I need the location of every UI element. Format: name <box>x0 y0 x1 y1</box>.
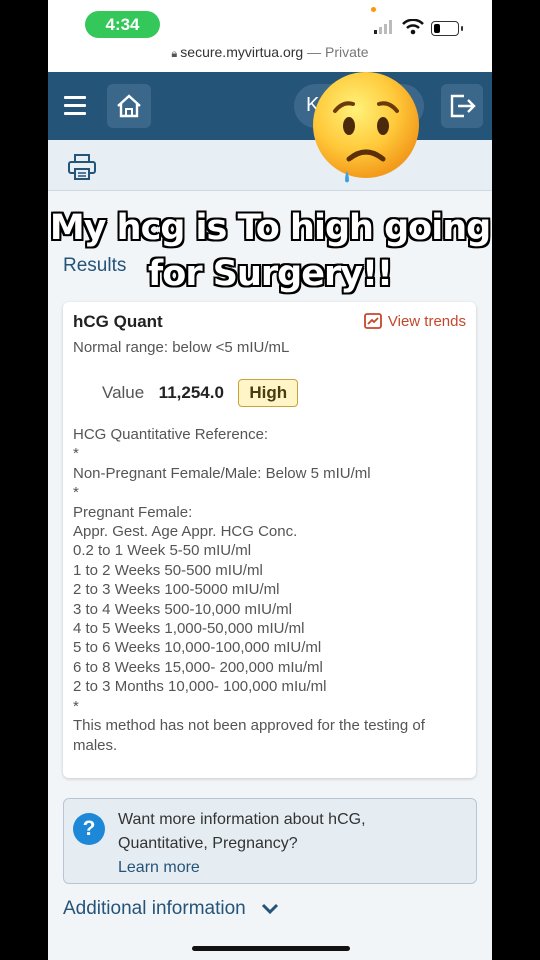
more-info-question: Want more information about hCG, Quantit… <box>118 811 366 852</box>
private-mode-label: Private <box>325 44 369 60</box>
reference-line: * <box>73 445 79 463</box>
reference-text: HCG Quantitative Reference: * Non-Pregna… <box>73 425 469 755</box>
url-separator: — <box>307 44 322 60</box>
worried-face-emoji <box>313 72 419 183</box>
reference-line: 0.2 to 1 Week 5-50 mIU/ml <box>73 542 252 560</box>
logout-button[interactable] <box>441 84 483 128</box>
reference-line: * <box>73 697 79 715</box>
high-flag-badge: High <box>238 379 299 407</box>
cellular-signal-icon <box>374 20 392 34</box>
status-time: 4:34 <box>85 11 160 38</box>
reference-line: Pregnant Female: <box>73 503 193 521</box>
reference-line: Appr. Gest. Age Appr. HCG Conc. <box>73 523 298 541</box>
normal-range: Normal range: below <5 mIU/mL <box>73 339 290 356</box>
wifi-icon <box>402 19 424 35</box>
more-info-box: ? Want more information about hCG, Quant… <box>63 798 477 884</box>
result-value: 11,254.0 <box>158 383 224 402</box>
test-title: hCG Quant <box>73 312 163 331</box>
value-label: Value <box>102 383 145 402</box>
battery-icon <box>431 21 463 36</box>
chevron-down-icon <box>261 903 279 915</box>
value-row: Value 11,254.0 High <box>102 379 299 409</box>
overlay-caption-line-1: My hcg is To high going <box>49 208 491 248</box>
url-bar[interactable]: 🔒︎ secure.myvirtua.org — Private <box>48 44 492 72</box>
reference-line: 6 to 8 Weeks 15,000- 200,000 mIu/ml <box>73 658 323 676</box>
privacy-indicator-dot <box>371 7 376 12</box>
app-header: K <box>48 72 492 140</box>
printer-icon[interactable] <box>68 154 96 180</box>
learn-more-link[interactable]: Learn more <box>118 856 418 880</box>
reference-line: Non-Pregnant Female/Male: Below 5 mIU/ml <box>73 464 371 482</box>
phone-screen: 4:34 🔒︎secure.myvirtua.org — Private K <box>48 0 492 960</box>
reference-line: 2 to 3 Months 10,000- 100,000 mIu/ml <box>73 678 327 696</box>
reference-line: 5 to 6 Weeks 10,000-100,000 mIU/ml <box>73 639 322 657</box>
reference-line: 2 to 3 Weeks 100-5000 mIU/ml <box>73 581 280 599</box>
url-domain: secure.myvirtua.org <box>180 44 304 60</box>
reference-line: 4 to 5 Weeks 1,000-50,000 mIU/ml <box>73 620 305 638</box>
result-card: hCG Quant View trends Normal range: belo… <box>63 302 476 778</box>
toolbar <box>48 140 492 191</box>
reference-line: HCG Quantitative Reference: <box>73 426 269 443</box>
main-content: Results hCG Quant View trends Normal ran… <box>48 191 492 960</box>
reference-line: * <box>73 484 79 502</box>
additional-information-toggle[interactable]: Additional information <box>63 898 279 920</box>
view-trends-label: View trends <box>387 313 466 330</box>
reference-line: 1 to 2 Weeks 50-500 mIU/ml <box>73 561 263 579</box>
method-note: This method has not been approved for th… <box>73 717 425 754</box>
home-indicator[interactable] <box>192 946 350 951</box>
home-icon <box>117 94 141 118</box>
question-icon: ? <box>73 813 105 845</box>
overlay-caption-line-2: for Surgery!! <box>148 254 393 294</box>
lock-icon: 🔒︎ <box>171 48 178 60</box>
hamburger-menu-icon[interactable] <box>64 96 86 116</box>
trend-chart-icon <box>363 313 382 329</box>
reference-line: 3 to 4 Weeks 500-10,000 mIU/ml <box>73 600 292 618</box>
logout-icon <box>450 94 476 118</box>
additional-information-label: Additional information <box>63 898 246 919</box>
view-trends-link[interactable]: View trends <box>363 313 466 330</box>
home-button[interactable] <box>107 84 151 128</box>
status-bar: 4:34 <box>48 0 492 44</box>
